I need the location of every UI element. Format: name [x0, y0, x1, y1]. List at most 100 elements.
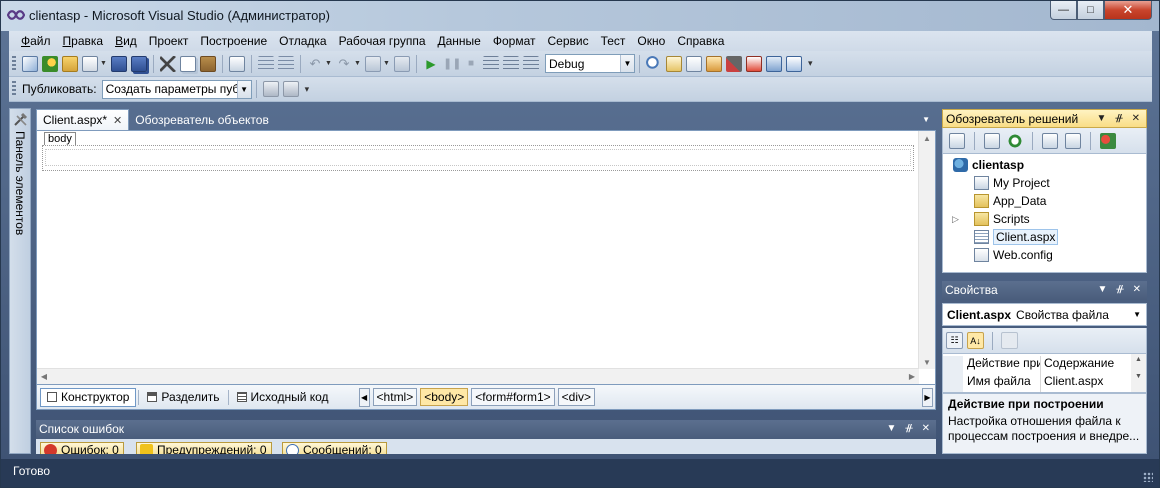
- pane-menu-icon[interactable]: ▼: [1098, 284, 1108, 295]
- close-pane-icon[interactable]: ✕: [1133, 284, 1141, 295]
- command-window-icon[interactable]: [786, 55, 802, 72]
- solution-configuration-select[interactable]: Debug ▼: [545, 54, 635, 73]
- chevron-down-icon[interactable]: ▼: [383, 60, 390, 67]
- pane-menu-icon[interactable]: ▼: [1097, 113, 1107, 124]
- object-browser-icon[interactable]: [706, 55, 722, 72]
- errors-filter-button[interactable]: Ошибок: 0: [40, 442, 124, 454]
- menu-item-0[interactable]: Файл: [15, 34, 57, 48]
- scroll-down-icon[interactable]: ▼: [1131, 373, 1146, 380]
- solution-explorer-header[interactable]: Обозреватель решений ▼ ᚌ ✕: [942, 109, 1147, 128]
- menu-item-12[interactable]: Справка: [671, 34, 730, 48]
- view-code-icon[interactable]: [1042, 132, 1058, 149]
- crumb-html[interactable]: <html>: [372, 388, 418, 406]
- property-value[interactable]: Содержание: [1041, 356, 1114, 374]
- paste-icon[interactable]: [200, 55, 216, 72]
- navigate-backward-icon[interactable]: [365, 55, 381, 72]
- tree-item-my-project[interactable]: My Project: [974, 174, 1050, 191]
- source-view-button[interactable]: Исходный код: [231, 388, 335, 407]
- alphabetical-icon[interactable]: A↓: [967, 332, 984, 349]
- design-surface[interactable]: body ▲ ▼ ◀ ▶: [36, 130, 936, 385]
- uncomment-lines-icon[interactable]: [278, 55, 294, 72]
- scroll-up-icon[interactable]: ▲: [919, 131, 935, 145]
- solution-explorer-icon[interactable]: [666, 55, 682, 72]
- chevron-down-icon[interactable]: ▼: [236, 80, 251, 98]
- cut-icon[interactable]: [160, 55, 176, 72]
- crumb-scroll-left-icon[interactable]: ◀: [358, 387, 370, 407]
- minimize-button[interactable]: —: [1050, 1, 1077, 20]
- publish-profile-select[interactable]: Создать параметры пуб ▼: [101, 79, 252, 99]
- properties-icon[interactable]: [949, 132, 965, 149]
- resize-grip-icon[interactable]: [1143, 472, 1153, 482]
- properties-header[interactable]: Свойства ▼ ᚌ ✕: [942, 281, 1147, 300]
- menu-item-6[interactable]: Рабочая группа: [333, 34, 432, 48]
- tree-item-web-config[interactable]: Web.config: [974, 246, 1053, 263]
- redo-icon[interactable]: ↷: [336, 56, 352, 72]
- refresh-icon[interactable]: [1007, 132, 1023, 149]
- body-element[interactable]: [42, 145, 914, 171]
- property-grid[interactable]: Действие при построении Содержание Имя ф…: [942, 353, 1147, 393]
- extension-manager-icon[interactable]: [766, 55, 782, 72]
- step-into-icon[interactable]: [483, 55, 499, 72]
- close-pane-icon[interactable]: ✕: [1132, 113, 1140, 124]
- toolbar-grip[interactable]: [12, 81, 16, 97]
- copy-icon[interactable]: [180, 55, 196, 72]
- crumb-scroll-right-icon[interactable]: ▶: [922, 387, 933, 407]
- property-grid-scrollbar[interactable]: ▲ ▼: [1131, 354, 1146, 392]
- toolbar-options-icon[interactable]: ▾: [305, 84, 310, 95]
- horizontal-scrollbar[interactable]: ◀ ▶: [37, 368, 919, 384]
- menu-item-5[interactable]: Отладка: [273, 34, 332, 48]
- save-all-icon[interactable]: [131, 55, 147, 72]
- pause-icon[interactable]: ❚❚: [443, 56, 461, 72]
- solution-tree[interactable]: clientasp My Project App_Data ▷ Scripts …: [942, 153, 1147, 273]
- start-debugging-icon[interactable]: ▶: [423, 56, 439, 72]
- properties-object-select[interactable]: Client.aspx Свойства файла ▼: [942, 303, 1147, 326]
- maximize-button[interactable]: □: [1077, 1, 1104, 20]
- property-pages-icon[interactable]: [1001, 332, 1018, 349]
- step-out-icon[interactable]: [523, 55, 539, 72]
- tree-item-client-aspx[interactable]: Client.aspx: [974, 228, 1059, 245]
- warnings-filter-button[interactable]: Предупреждений: 0: [136, 442, 272, 454]
- toolbox-tab[interactable]: Панель элементов: [9, 108, 31, 454]
- menu-item-9[interactable]: Сервис: [542, 34, 595, 48]
- publish-settings-icon[interactable]: [282, 81, 299, 97]
- active-files-dropdown-icon[interactable]: ▼: [922, 115, 930, 124]
- chevron-down-icon[interactable]: ▼: [620, 55, 634, 72]
- scroll-right-icon[interactable]: ▶: [905, 369, 919, 384]
- menu-item-11[interactable]: Окно: [631, 34, 671, 48]
- open-folder-icon[interactable]: [62, 55, 78, 72]
- class-view-icon[interactable]: [746, 55, 762, 72]
- find-symbol-icon[interactable]: [646, 55, 662, 72]
- categorized-icon[interactable]: ☷: [946, 332, 963, 349]
- menu-item-1[interactable]: Правка: [57, 34, 110, 48]
- toolbar-grip[interactable]: [12, 55, 16, 72]
- close-window-button[interactable]: ✕: [1104, 1, 1152, 20]
- add-new-item-icon[interactable]: [82, 55, 98, 72]
- scroll-down-icon[interactable]: ▼: [919, 355, 935, 369]
- property-row[interactable]: Имя файла Client.aspx: [943, 374, 1131, 392]
- tab-object-browser[interactable]: Обозреватель объектов: [129, 109, 275, 130]
- new-project-icon[interactable]: [22, 55, 38, 72]
- navigate-forward-icon[interactable]: [394, 55, 410, 72]
- pin-icon[interactable]: ᚌ: [905, 423, 912, 434]
- design-view-button[interactable]: Конструктор: [40, 387, 137, 407]
- tree-item-app-data[interactable]: App_Data: [974, 192, 1046, 209]
- add-item-icon[interactable]: [42, 55, 58, 72]
- show-all-files-icon[interactable]: [984, 132, 1000, 149]
- body-tag-label[interactable]: body: [44, 132, 76, 145]
- property-value[interactable]: Client.aspx: [1041, 374, 1103, 392]
- scroll-left-icon[interactable]: ◀: [37, 369, 51, 384]
- error-list-header[interactable]: Список ошибок ▼ ᚌ ✕: [36, 420, 936, 439]
- menu-item-10[interactable]: Тест: [595, 34, 632, 48]
- chevron-down-icon[interactable]: ▼: [100, 60, 107, 67]
- split-view-button[interactable]: Разделить: [141, 388, 225, 407]
- expand-arrow-icon[interactable]: ▷: [952, 214, 959, 225]
- chevron-down-icon[interactable]: ▼: [354, 60, 361, 67]
- close-pane-icon[interactable]: ✕: [922, 423, 930, 434]
- step-over-icon[interactable]: [503, 55, 519, 72]
- crumb-body[interactable]: <body>: [420, 388, 469, 406]
- vertical-scrollbar[interactable]: ▲ ▼: [918, 131, 935, 369]
- save-icon[interactable]: [111, 55, 127, 72]
- messages-filter-button[interactable]: Сообщений: 0: [282, 442, 387, 454]
- aspnet-configuration-icon[interactable]: [1100, 132, 1116, 149]
- menu-item-7[interactable]: Данные: [432, 34, 487, 48]
